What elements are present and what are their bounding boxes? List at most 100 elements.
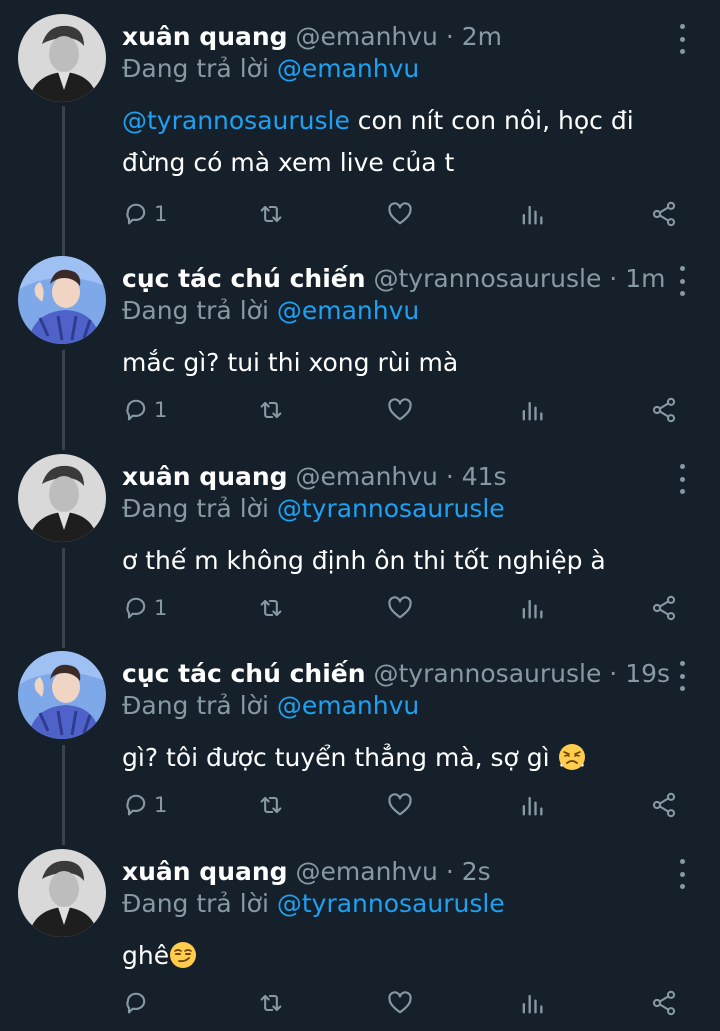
tweet-text-content: gì? tôi được tuyển thẳng mà, sợ gì — [122, 743, 558, 772]
replying-to-link[interactable]: @tyrannosaurusle — [277, 494, 505, 523]
replying-to-link[interactable]: @emanhvu — [277, 691, 419, 720]
timestamp[interactable]: 1m — [625, 264, 665, 293]
timestamp[interactable]: 19s — [625, 659, 670, 688]
retweet-button[interactable] — [257, 787, 285, 823]
reply-button[interactable]: 1 — [122, 787, 167, 823]
avatar[interactable] — [18, 849, 106, 937]
like-button[interactable] — [386, 392, 414, 428]
retweet-icon — [260, 205, 282, 223]
separator: · — [601, 264, 626, 293]
replying-to-link[interactable]: @tyrannosaurusle — [277, 889, 505, 918]
timestamp[interactable]: 2m — [462, 22, 502, 51]
share-button[interactable] — [650, 985, 678, 1021]
analytics-icon — [522, 599, 543, 619]
tweet-text: ơ thế m không định ôn thi tốt nghiệp à — [122, 540, 702, 582]
more-icon[interactable] — [670, 661, 694, 691]
display-name[interactable]: xuân quang — [122, 22, 288, 51]
avatar[interactable] — [18, 454, 106, 542]
tweet-header: xuân quang @emanhvu · 41s — [122, 462, 507, 492]
share-icon — [652, 595, 676, 621]
share-icon — [652, 792, 676, 818]
like-icon — [388, 596, 412, 619]
reply-icon — [126, 794, 146, 816]
username[interactable]: @emanhvu — [296, 22, 438, 51]
username[interactable]: @emanhvu — [296, 462, 438, 491]
tweet-actions: 1 — [0, 196, 720, 232]
replying-label: Đang trả lời — [122, 691, 269, 720]
tweet-header: xuân quang @emanhvu · 2s — [122, 857, 491, 887]
display-name[interactable]: xuân quang — [122, 857, 288, 886]
more-icon[interactable] — [670, 859, 694, 889]
retweet-button[interactable] — [257, 590, 285, 626]
replying-label: Đang trả lời — [122, 296, 269, 325]
tweet-text-content: ghê — [122, 941, 170, 970]
mention-link[interactable]: @tyrannosaurusle — [122, 106, 350, 135]
reply-count: 1 — [154, 398, 168, 422]
replying-to-link[interactable]: @emanhvu — [277, 54, 419, 83]
separator: · — [437, 22, 462, 51]
share-button[interactable] — [650, 196, 678, 232]
more-icon[interactable] — [670, 464, 694, 494]
avatar[interactable] — [18, 651, 106, 739]
retweet-button[interactable] — [257, 392, 285, 428]
display-name[interactable]: cục tác chú chiến — [122, 659, 366, 688]
share-icon — [652, 397, 676, 423]
share-button[interactable] — [650, 392, 678, 428]
avatar[interactable] — [18, 256, 106, 344]
reply-count: 1 — [154, 596, 168, 620]
analytics-icon — [522, 994, 543, 1014]
tweet-actions: 1 — [0, 392, 720, 428]
username[interactable]: @tyrannosaurusle — [374, 659, 602, 688]
replying-label: Đang trả lời — [122, 54, 269, 83]
replying-to: Đang trả lời @emanhvu — [122, 691, 419, 721]
reply-count: 1 — [154, 202, 168, 226]
reply-button[interactable] — [122, 985, 154, 1021]
analytics-button[interactable] — [518, 787, 546, 823]
like-button[interactable] — [386, 590, 414, 626]
more-icon[interactable] — [670, 266, 694, 296]
reply-button[interactable]: 1 — [122, 590, 167, 626]
tweet-actions: 1 — [0, 590, 720, 626]
analytics-button[interactable] — [518, 985, 546, 1021]
replying-label: Đang trả lời — [122, 889, 269, 918]
avatar-image-blue — [18, 256, 106, 344]
separator: · — [437, 462, 462, 491]
replying-to: Đang trả lời @tyrannosaurusle — [122, 494, 505, 524]
share-button[interactable] — [650, 787, 678, 823]
like-button[interactable] — [386, 985, 414, 1021]
analytics-icon — [522, 796, 543, 816]
reply-count: 1 — [154, 793, 168, 817]
tweet-text-content: ơ thế m không định ôn thi tốt nghiệp à — [122, 546, 606, 575]
like-icon — [388, 991, 412, 1014]
tweet-text: gì? tôi được tuyển thẳng mà, sợ gì — [122, 737, 702, 779]
reply-button[interactable]: 1 — [122, 392, 167, 428]
reply-button[interactable]: 1 — [122, 196, 167, 232]
retweet-button[interactable] — [257, 196, 285, 232]
avatar[interactable] — [18, 14, 106, 102]
like-button[interactable] — [386, 196, 414, 232]
avatar-image-gray — [18, 454, 106, 542]
conversation-thread: xuân quang @emanhvu · 2m Đang trả lời @e… — [0, 0, 720, 1031]
display-name[interactable]: xuân quang — [122, 462, 288, 491]
huffing-emoji-icon — [558, 744, 585, 770]
thread-connector — [62, 106, 65, 256]
replying-to-link[interactable]: @emanhvu — [277, 296, 419, 325]
analytics-button[interactable] — [518, 196, 546, 232]
more-icon[interactable] — [670, 24, 694, 54]
timestamp[interactable]: 41s — [462, 462, 507, 491]
reply-icon — [126, 597, 146, 619]
timestamp[interactable]: 2s — [462, 857, 491, 886]
retweet-icon — [260, 994, 282, 1012]
like-icon — [388, 793, 412, 816]
retweet-button[interactable] — [257, 985, 285, 1021]
like-icon — [388, 398, 412, 421]
display-name[interactable]: cục tác chú chiến — [122, 264, 366, 293]
smirk-emoji-icon — [170, 942, 197, 968]
analytics-button[interactable] — [518, 590, 546, 626]
share-button[interactable] — [650, 590, 678, 626]
like-button[interactable] — [386, 787, 414, 823]
username[interactable]: @tyrannosaurusle — [374, 264, 602, 293]
analytics-button[interactable] — [518, 392, 546, 428]
share-icon — [652, 990, 676, 1016]
username[interactable]: @emanhvu — [296, 857, 438, 886]
